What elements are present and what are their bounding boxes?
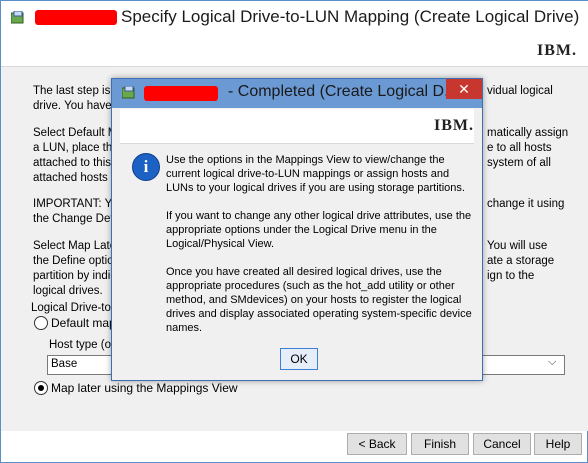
dialog-text-attributes: If you want to change any other logical … bbox=[166, 210, 472, 250]
app-icon bbox=[10, 10, 25, 25]
default-mapping-text-right: matically assign bbox=[487, 127, 569, 139]
finish-button[interactable]: Finish bbox=[411, 433, 469, 455]
default-mapping-text-right3: system of all bbox=[487, 157, 551, 169]
map-later-label[interactable]: Map later using the Mappings View bbox=[51, 381, 238, 396]
default-mapping-text-left3: attached to this s bbox=[33, 157, 120, 169]
redacted-text bbox=[144, 86, 218, 101]
map-later-text-right3: ign to the bbox=[487, 270, 535, 282]
ok-button[interactable]: OK bbox=[280, 348, 318, 370]
close-icon[interactable]: ✕ bbox=[446, 79, 482, 99]
back-button[interactable]: < Back bbox=[347, 433, 407, 455]
default-mapping-radio[interactable] bbox=[34, 316, 48, 330]
map-later-text-right: You will use bbox=[487, 240, 548, 252]
default-mapping-text-left: Select Default M bbox=[33, 127, 118, 139]
important-text-left: IMPORTANT: Yo bbox=[33, 198, 118, 210]
dialog-text-mappings: Use the options in the Mappings View to … bbox=[166, 154, 465, 194]
ibm-logo: IBM. bbox=[434, 117, 474, 134]
logo-bar: IBM. bbox=[1, 36, 588, 67]
map-later-text-left2: the Define option bbox=[33, 255, 120, 267]
map-later-text-left4: logical drives. bbox=[33, 285, 103, 297]
help-button[interactable]: Help bbox=[534, 433, 582, 455]
mapping-group-label: Logical Drive-to-L bbox=[31, 302, 122, 314]
default-mapping-text-left2: a LUN, place the bbox=[33, 142, 119, 154]
dialog-title: - Completed (Create Logical D... bbox=[228, 83, 458, 100]
window-title: Specify Logical Drive-to-LUN Mapping (Cr… bbox=[121, 7, 580, 26]
chevron-down-icon[interactable]: ⌵ bbox=[548, 356, 556, 369]
intro-text-line2: drive. You have t bbox=[33, 100, 119, 112]
dialog-title-bar: - Completed (Create Logical D... ✕ bbox=[112, 79, 482, 108]
redacted-text bbox=[35, 10, 117, 25]
default-mapping-text-right2: e to all hosts bbox=[487, 142, 552, 154]
map-later-text-right2: ate a storage bbox=[487, 255, 555, 267]
dialog-logo-bar: IBM. bbox=[120, 109, 474, 144]
important-text-right: change it using bbox=[487, 198, 565, 210]
dialog-text-register: Once you have created all desired logica… bbox=[166, 266, 472, 334]
info-icon: i bbox=[132, 153, 160, 181]
ibm-logo: IBM. bbox=[537, 42, 577, 59]
host-type-label: Host type (op bbox=[49, 339, 118, 351]
default-mapping-text-left4: attached hosts m bbox=[33, 172, 121, 184]
map-later-radio[interactable] bbox=[34, 381, 48, 395]
cancel-button[interactable]: Cancel bbox=[473, 433, 531, 455]
intro-text-right: vidual logical bbox=[487, 85, 553, 97]
app-icon bbox=[121, 85, 136, 100]
host-type-value: Base bbox=[51, 358, 78, 370]
main-title-bar: Specify Logical Drive-to-LUN Mapping (Cr… bbox=[1, 1, 588, 36]
map-later-text-left3: partition by indic bbox=[33, 270, 117, 282]
important-text-left2: the Change Defa bbox=[33, 213, 120, 225]
map-later-text-left: Select Map Later bbox=[33, 240, 120, 252]
intro-text-left: The last step is t bbox=[33, 85, 117, 97]
completed-dialog: - Completed (Create Logical D... ✕ IBM. … bbox=[111, 78, 483, 381]
